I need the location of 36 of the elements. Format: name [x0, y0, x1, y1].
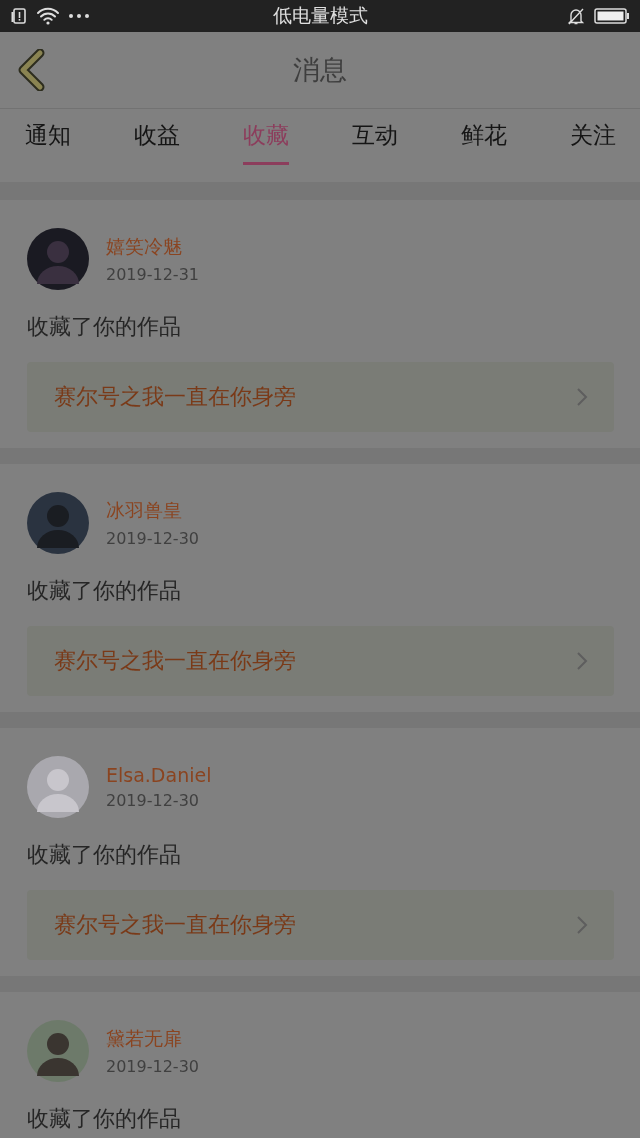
user-name[interactable]: Elsa.Daniel — [106, 764, 212, 786]
tab[interactable]: 鲜花 — [461, 109, 507, 165]
status-title: 低电量模式 — [272, 3, 368, 28]
message-text: 收藏了你的作品 — [27, 577, 181, 605]
user-name[interactable]: 冰羽兽皇 — [106, 498, 199, 524]
chevron-right-icon — [576, 651, 588, 671]
work-link[interactable]: 赛尔号之我一直在你身旁 — [27, 890, 614, 960]
page-title: 消息 — [293, 53, 347, 87]
sim-icon — [10, 7, 28, 25]
tab[interactable]: 通知 — [25, 109, 71, 165]
bell-muted-icon — [566, 6, 586, 26]
message-date: 2019-12-30 — [106, 1057, 199, 1076]
message-text: 收藏了你的作品 — [27, 1105, 181, 1133]
tab[interactable]: 互动 — [352, 109, 398, 165]
work-link[interactable]: 赛尔号之我一直在你身旁 — [27, 626, 614, 696]
tab[interactable]: 收藏 — [243, 109, 289, 165]
user-name[interactable]: 黛若无扉 — [106, 1026, 199, 1052]
message-text: 收藏了你的作品 — [27, 841, 181, 869]
message-date: 2019-12-30 — [106, 529, 199, 548]
avatar — [27, 756, 89, 818]
avatar — [27, 492, 89, 554]
avatar — [27, 228, 89, 290]
user-name[interactable]: 嬉笑冷魅 — [106, 234, 199, 260]
wifi-icon — [36, 7, 60, 25]
message-date: 2019-12-30 — [106, 791, 200, 810]
work-link[interactable]: 赛尔号之我一直在你身旁 — [27, 362, 614, 432]
message-date: 2019-12-31 — [106, 265, 199, 284]
chevron-right-icon — [576, 915, 588, 935]
message-text: 收藏了你的作品 — [27, 313, 181, 341]
back-button[interactable] — [16, 49, 46, 91]
battery-icon — [594, 7, 630, 25]
avatar — [27, 1020, 89, 1082]
tab[interactable]: 收益 — [134, 109, 180, 165]
more-icon — [68, 13, 90, 19]
tab[interactable]: 关注 — [570, 109, 616, 165]
chevron-right-icon — [576, 387, 588, 407]
